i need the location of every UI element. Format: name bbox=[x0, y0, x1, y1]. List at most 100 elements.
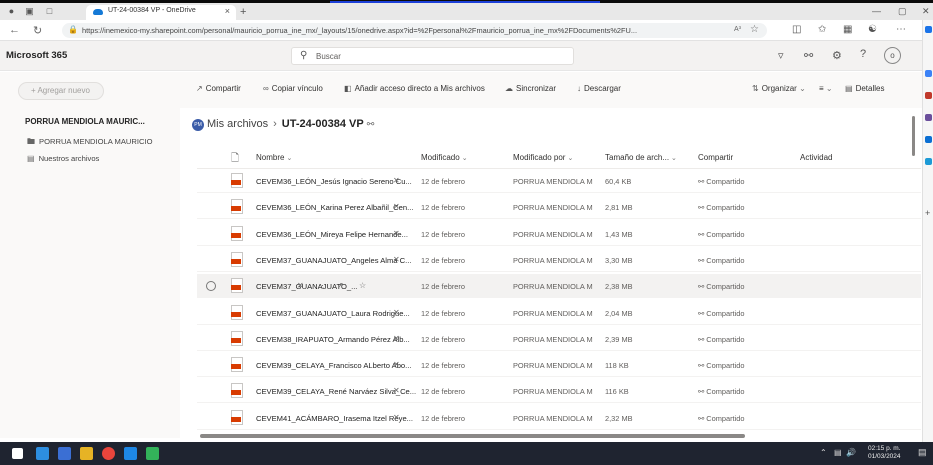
add-new-button[interactable]: + Agregar nuevo bbox=[18, 82, 104, 100]
refresh-icon[interactable]: ↻ bbox=[33, 24, 42, 37]
sharing-status[interactable]: ⚯ Compartido bbox=[698, 177, 744, 186]
start-windows-icon[interactable] bbox=[12, 448, 23, 459]
vertical-scrollbar[interactable] bbox=[912, 116, 915, 156]
sidebar-outlook-icon[interactable] bbox=[925, 136, 932, 143]
column-size[interactable]: Tamaño de arch... ⌄ bbox=[605, 153, 677, 162]
add-shortcut-button[interactable]: ◧ Añadir acceso directo a Mis archivos bbox=[344, 84, 485, 93]
workspaces-icon[interactable]: ▣ bbox=[24, 6, 35, 17]
pin-icon[interactable]: ✕ bbox=[393, 202, 400, 211]
tray-chevron-icon[interactable]: ⌃ bbox=[820, 448, 827, 457]
favorite-star-icon[interactable]: ☆ bbox=[750, 24, 759, 35]
sidebar-item-our-files[interactable]: ▤ Nuestros archivos bbox=[27, 154, 99, 163]
sharing-status[interactable]: ⚯ Compartido bbox=[698, 203, 744, 212]
split-screen-icon[interactable]: ◫ bbox=[792, 24, 801, 35]
sidebar-app-icon[interactable] bbox=[925, 70, 932, 77]
feedback-icon[interactable]: ▿ bbox=[778, 49, 784, 62]
search-placeholder[interactable]: Buscar bbox=[316, 52, 341, 61]
copilot-icon[interactable]: ☯ bbox=[868, 24, 877, 35]
pin-icon[interactable]: ✕ bbox=[393, 413, 400, 422]
table-row[interactable]: CEVEM36_LEÓN_Karina Perez Albañil_Cen...… bbox=[197, 195, 921, 220]
settings-gear-icon[interactable]: ⚙ bbox=[832, 49, 842, 62]
sidebar-search-icon[interactable] bbox=[925, 26, 932, 33]
share-people-icon[interactable]: ⚯ bbox=[804, 49, 813, 62]
new-tab-button[interactable]: + bbox=[240, 6, 246, 18]
taskbar-app-icon[interactable] bbox=[36, 447, 49, 460]
file-name[interactable]: CEVEM38_IRAPUATO_Armando Pérez Alb... bbox=[256, 335, 410, 344]
volume-icon[interactable]: 🔊 bbox=[846, 448, 856, 457]
sidebar-shopping-icon[interactable] bbox=[925, 92, 932, 99]
sidebar-office-icon[interactable] bbox=[925, 158, 932, 165]
brand-title[interactable]: Microsoft 365 bbox=[6, 50, 67, 61]
share-icon[interactable]: ↗ bbox=[337, 281, 344, 290]
profile-icon[interactable]: ● bbox=[6, 6, 17, 17]
breadcrumb-current[interactable]: UT-24-00384 VP bbox=[282, 118, 364, 130]
sharing-status[interactable]: ⚯ Compartido bbox=[698, 256, 744, 265]
chrome-icon[interactable] bbox=[102, 447, 115, 460]
row-select-radio[interactable] bbox=[206, 281, 216, 292]
tab-close-icon[interactable]: × bbox=[225, 6, 230, 16]
network-icon[interactable]: ▤ bbox=[834, 448, 842, 457]
share-button[interactable]: ↗ Compartir bbox=[196, 84, 241, 93]
url-text[interactable]: https://inemexico-my.sharepoint.com/pers… bbox=[82, 26, 722, 35]
column-sharing[interactable]: Compartir bbox=[698, 153, 733, 162]
table-row[interactable]: CEVEM37_GUANAJUATO_Laura Rodrigue... ✕ 12 … bbox=[197, 301, 921, 325]
taskbar-folder-icon[interactable] bbox=[80, 447, 93, 460]
file-type-icon[interactable]: 🗋 bbox=[231, 151, 239, 168]
sharing-status[interactable]: ⚯ Compartido bbox=[698, 230, 744, 239]
user-name[interactable]: PORRUA MENDIOLA MAURIC... bbox=[25, 117, 145, 126]
back-icon[interactable]: ← bbox=[9, 24, 20, 36]
restore-button[interactable]: ▢ bbox=[898, 6, 907, 17]
more-menu-icon[interactable]: ⋯ bbox=[896, 24, 906, 35]
sidebar-item-personal-folder[interactable]: 🖿 PORRUA MENDIOLA MAURICIO bbox=[27, 136, 153, 150]
column-modified-by[interactable]: Modificado por ⌄ bbox=[513, 153, 573, 162]
file-name[interactable]: CEVEM41_ACÁMBARO_Irasema Itzel Reye... bbox=[256, 414, 413, 423]
pin-icon[interactable]: ✕ bbox=[393, 308, 400, 317]
pin-icon[interactable]: ✕ bbox=[393, 255, 400, 264]
table-row[interactable]: CEVEM41_ACÁMBARO_Irasema Itzel Reye... ✕ 1… bbox=[197, 406, 921, 430]
avatar[interactable]: o bbox=[884, 47, 901, 64]
file-name[interactable]: CEVEM37_GUANAJUATO_Angeles Alma C... bbox=[256, 256, 411, 265]
organize-button[interactable]: ⇅ Organizar ⌄ bbox=[752, 84, 806, 93]
pin-icon[interactable]: ✕ bbox=[393, 386, 400, 395]
table-row[interactable]: CEVEM38_IRAPUATO_Armando Pérez Alb... ✕ 12… bbox=[197, 327, 921, 351]
horizontal-scrollbar[interactable] bbox=[200, 434, 745, 438]
file-name[interactable]: CEVEM36_LEÓN_Mireya Felipe Hernande... bbox=[256, 230, 408, 239]
sharing-status[interactable]: ⚯ Compartido bbox=[698, 361, 744, 370]
help-icon[interactable]: ? bbox=[860, 48, 866, 60]
copy-link-button[interactable]: ∞ Copiar vínculo bbox=[263, 84, 323, 93]
table-row[interactable]: CEVEM36_LEÓN_Mireya Felipe Hernande... ✕ 1… bbox=[197, 222, 921, 246]
taskbar-explorer-icon[interactable] bbox=[58, 447, 71, 460]
sharing-status[interactable]: ⚯ Compartido bbox=[698, 309, 744, 318]
download-button[interactable]: ↓ Descargar bbox=[577, 84, 621, 93]
pin-icon[interactable]: ✕ bbox=[393, 334, 400, 343]
sharing-status[interactable]: ⚯ Compartido bbox=[698, 414, 744, 423]
row-more-button[interactable]: ··· bbox=[315, 280, 324, 290]
table-row[interactable]: CEVEM37_GUANAJUATO_... ··· ↗ ☆ ✕ 12 de febrer… bbox=[197, 274, 921, 299]
lock-icon[interactable]: 🔒 bbox=[68, 25, 78, 34]
favorites-icon[interactable]: ✩ bbox=[818, 24, 826, 35]
sharing-status[interactable]: ⚯ Compartido bbox=[698, 335, 744, 344]
pin-icon[interactable]: ✕ bbox=[393, 176, 400, 185]
taskbar-clock[interactable]: 02:15 p. m. 01/03/2024 bbox=[868, 445, 901, 461]
column-activity[interactable]: Actividad bbox=[800, 153, 832, 162]
browser-tab[interactable]: UT-24-00384 VP - OneDrive × bbox=[86, 5, 236, 20]
file-name[interactable]: CEVEM36_LEÓN_Karina Perez Albañil_Cen... bbox=[256, 203, 413, 212]
collections-icon[interactable]: ▦ bbox=[843, 24, 852, 35]
table-row[interactable]: CEVEM36_LEÓN_Jesús Ignacio Sereno Cu... ✕… bbox=[197, 169, 921, 193]
favorite-star-icon[interactable]: ☆ bbox=[359, 281, 366, 290]
search-box[interactable]: ⚲ Buscar bbox=[291, 47, 574, 65]
read-aloud-icon[interactable]: A³ bbox=[734, 26, 741, 33]
pin-icon[interactable]: ✕ bbox=[297, 281, 304, 290]
view-options-button[interactable]: ≡ ⌄ bbox=[819, 84, 833, 93]
minimize-button[interactable]: — bbox=[872, 6, 881, 16]
pin-icon[interactable]: ✕ bbox=[393, 360, 400, 369]
url-field[interactable]: 🔒 https://inemexico-my.sharepoint.com/pe… bbox=[62, 23, 767, 38]
tab-actions-icon[interactable]: □ bbox=[44, 6, 55, 17]
table-row[interactable]: CEVEM37_GUANAJUATO_Angeles Alma C... ✕ 12 … bbox=[197, 248, 921, 272]
column-name[interactable]: Nombre ⌄ bbox=[256, 153, 292, 162]
file-name[interactable]: CEVEM37_GUANAJUATO_Laura Rodrigue... bbox=[256, 309, 410, 318]
sync-button[interactable]: ☁ Sincronizar bbox=[505, 84, 556, 93]
table-row[interactable]: CEVEM39_CELAYA_René Narváez Silva_Ce... ✕… bbox=[197, 379, 921, 404]
column-modified[interactable]: Modificado ⌄ bbox=[421, 153, 468, 162]
taskbar-store-icon[interactable] bbox=[146, 447, 159, 460]
